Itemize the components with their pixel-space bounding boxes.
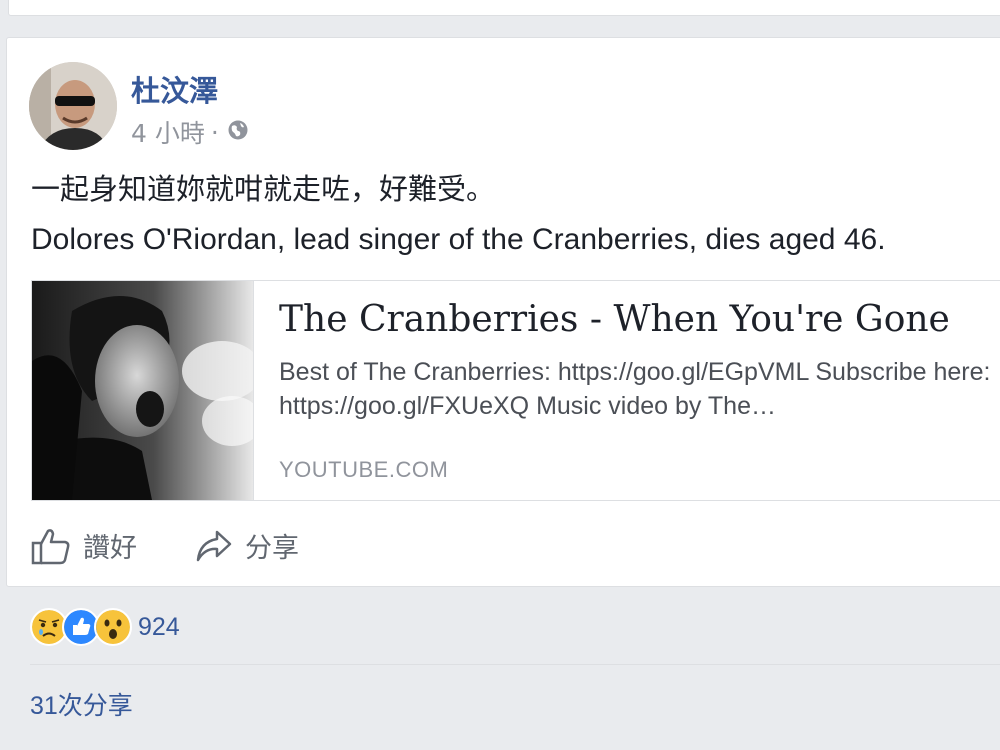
- reaction-summary[interactable]: 924: [30, 608, 180, 646]
- link-title[interactable]: The Cranberries - When You're Gone: [279, 299, 950, 340]
- thumbs-up-icon: [31, 528, 70, 564]
- wow-icon: [94, 608, 132, 646]
- post-time[interactable]: 4 小時: [131, 114, 205, 150]
- link-thumbnail[interactable]: [32, 281, 254, 500]
- post-card: 杜汶澤 4 小時 · 一起身知道妳就咁就走咗，好難受。 Dolores O'Ri…: [6, 37, 1000, 587]
- link-preview-card[interactable]: The Cranberries - When You're Gone Best …: [31, 280, 1000, 501]
- like-label: 讚好: [83, 533, 137, 564]
- share-arrow-icon: [196, 530, 232, 561]
- post-text-line-2: Dolores O'Riordan, lead singer of the Cr…: [31, 223, 886, 256]
- footer-divider: [30, 664, 1000, 665]
- like-button[interactable]: 讚好: [31, 526, 137, 565]
- post-meta: 4 小時 ·: [131, 114, 249, 150]
- previous-post-card: [8, 0, 1000, 16]
- author-avatar[interactable]: [29, 62, 117, 150]
- share-button[interactable]: 分享: [195, 526, 299, 565]
- link-domain: YOUTUBE.COM: [279, 457, 449, 482]
- author-name[interactable]: 杜汶澤: [131, 68, 218, 110]
- link-description: Best of The Cranberries: https://goo.gl/…: [279, 358, 991, 420]
- reaction-count[interactable]: 924: [138, 613, 180, 642]
- share-label: 分享: [245, 533, 299, 564]
- meta-separator: ·: [210, 117, 219, 147]
- globe-icon[interactable]: [227, 118, 249, 147]
- post-text-line-1: 一起身知道妳就咁就走咗，好難受。: [31, 172, 496, 206]
- share-count[interactable]: 31次分享: [30, 686, 133, 722]
